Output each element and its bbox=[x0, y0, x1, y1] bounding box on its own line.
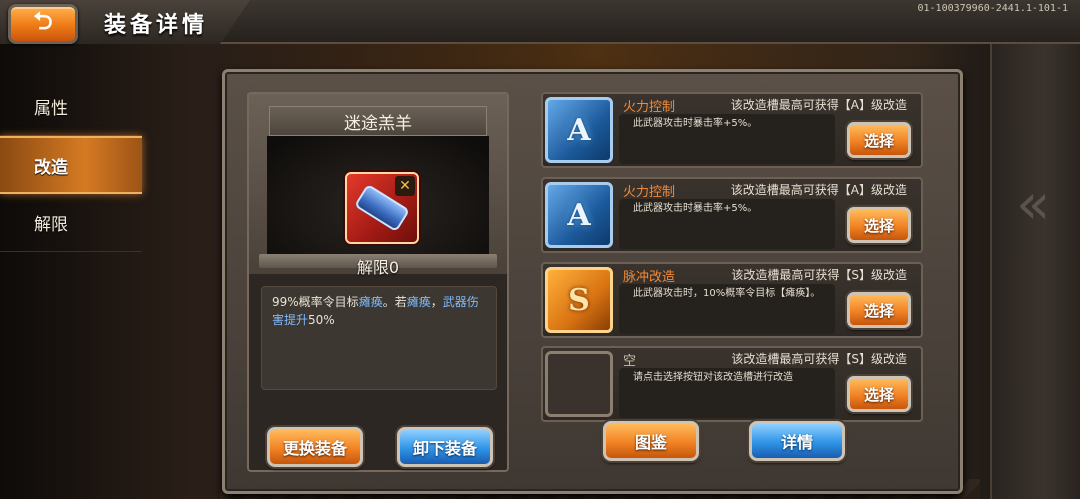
item-description: 99%概率令目标瘫痪。若瘫痪，武器伤害提升50% bbox=[261, 286, 497, 390]
blue-cannon-weapon-icon[interactable]: ✕ bbox=[345, 172, 419, 244]
empty-slot-icon bbox=[545, 351, 613, 417]
desc-highlight: 瘫痪 bbox=[406, 295, 431, 309]
nav-item-modify[interactable]: 改造 bbox=[0, 136, 142, 194]
mod-slot: A 火力控制 该改造槽最高可获得【A】级改造 此武器攻击时暴击率+5%。 选择 bbox=[541, 92, 923, 168]
back-arrow-icon: ⮌ bbox=[33, 6, 53, 35]
select-button[interactable]: 选择 bbox=[847, 376, 911, 412]
slot-description: 此武器攻击时，10%概率令目标【瘫痪】。 bbox=[619, 284, 835, 334]
unequip-button[interactable]: 卸下装备 bbox=[397, 427, 493, 467]
top-bar: ⮌ 装备详情 01-100379960-2441.1-101-1 bbox=[0, 0, 1080, 44]
slot-cap: 该改造槽最高可获得【S】级改造 bbox=[731, 268, 907, 282]
slot-name: 脉冲改造 bbox=[623, 270, 676, 285]
slot-description: 此武器攻击时暴击率+5%。 bbox=[619, 114, 835, 164]
version-label: 01-100379960-2441.1-101-1 bbox=[917, 3, 1068, 14]
side-nav: 属性 改造 解限 bbox=[0, 78, 142, 252]
desc-text: 50% bbox=[308, 313, 335, 327]
desc-text: ， bbox=[430, 295, 443, 309]
desc-text: 99%概率令目标 bbox=[272, 295, 359, 309]
page-title: 装备详情 bbox=[104, 13, 209, 38]
grade-s-icon: S bbox=[545, 267, 613, 333]
item-name: 迷途羔羊 bbox=[269, 106, 487, 136]
nav-item-unlimit[interactable]: 解限 bbox=[0, 194, 142, 252]
nav-item-attributes[interactable]: 属性 bbox=[0, 78, 142, 136]
background-door bbox=[990, 40, 1080, 499]
nav-item-label: 解限 bbox=[34, 215, 68, 235]
select-button[interactable]: 选择 bbox=[847, 122, 911, 158]
detail-button[interactable]: 详情 bbox=[749, 421, 845, 461]
slot-cap: 该改造槽最高可获得【A】级改造 bbox=[730, 183, 907, 197]
atlas-button[interactable]: 图鉴 bbox=[603, 421, 699, 461]
slot-name: 空 bbox=[623, 354, 637, 369]
desc-highlight: 瘫痪 bbox=[358, 295, 383, 309]
limit-label: 解限0 bbox=[356, 258, 400, 277]
select-button[interactable]: 选择 bbox=[847, 207, 911, 243]
nav-item-label: 属性 bbox=[34, 99, 68, 119]
change-equipment-button[interactable]: 更换装备 bbox=[267, 427, 363, 467]
wrench-icon: ✕ bbox=[395, 176, 415, 196]
slot-description: 请点击选择按钮对该改造槽进行改造 bbox=[619, 368, 835, 418]
slot-cap: 该改造槽最高可获得【A】级改造 bbox=[730, 98, 907, 112]
desc-text: 。若 bbox=[382, 295, 407, 309]
mod-slot-empty: 空 该改造槽最高可获得【S】级改造 请点击选择按钮对该改造槽进行改造 选择 bbox=[541, 346, 923, 422]
back-button[interactable]: ⮌ bbox=[8, 4, 78, 44]
slot-name: 火力控制 bbox=[623, 100, 676, 115]
grade-a-icon: A bbox=[545, 182, 613, 248]
chevron-left-icon: « bbox=[1016, 172, 1051, 237]
mod-slot: S 脉冲改造 该改造槽最高可获得【S】级改造 此武器攻击时，10%概率令目标【瘫… bbox=[541, 262, 923, 338]
grade-a-icon: A bbox=[545, 97, 613, 163]
mod-slot: A 火力控制 该改造槽最高可获得【A】级改造 此武器攻击时暴击率+5%。 选择 bbox=[541, 177, 923, 253]
nav-item-label: 改造 bbox=[34, 157, 68, 178]
equipment-info-box: 迷途羔羊 ✕ 解限0 99%概率令目标瘫痪。若瘫痪，武器伤害提升50% 更换装备… bbox=[247, 92, 509, 472]
slot-cap: 该改造槽最高可获得【S】级改造 bbox=[731, 352, 907, 366]
select-button[interactable]: 选择 bbox=[847, 292, 911, 328]
slot-name: 火力控制 bbox=[623, 185, 676, 200]
equipment-panel: 迷途羔羊 ✕ 解限0 99%概率令目标瘫痪。若瘫痪，武器伤害提升50% 更换装备… bbox=[222, 69, 963, 494]
slot-description: 此武器攻击时暴击率+5%。 bbox=[619, 199, 835, 249]
